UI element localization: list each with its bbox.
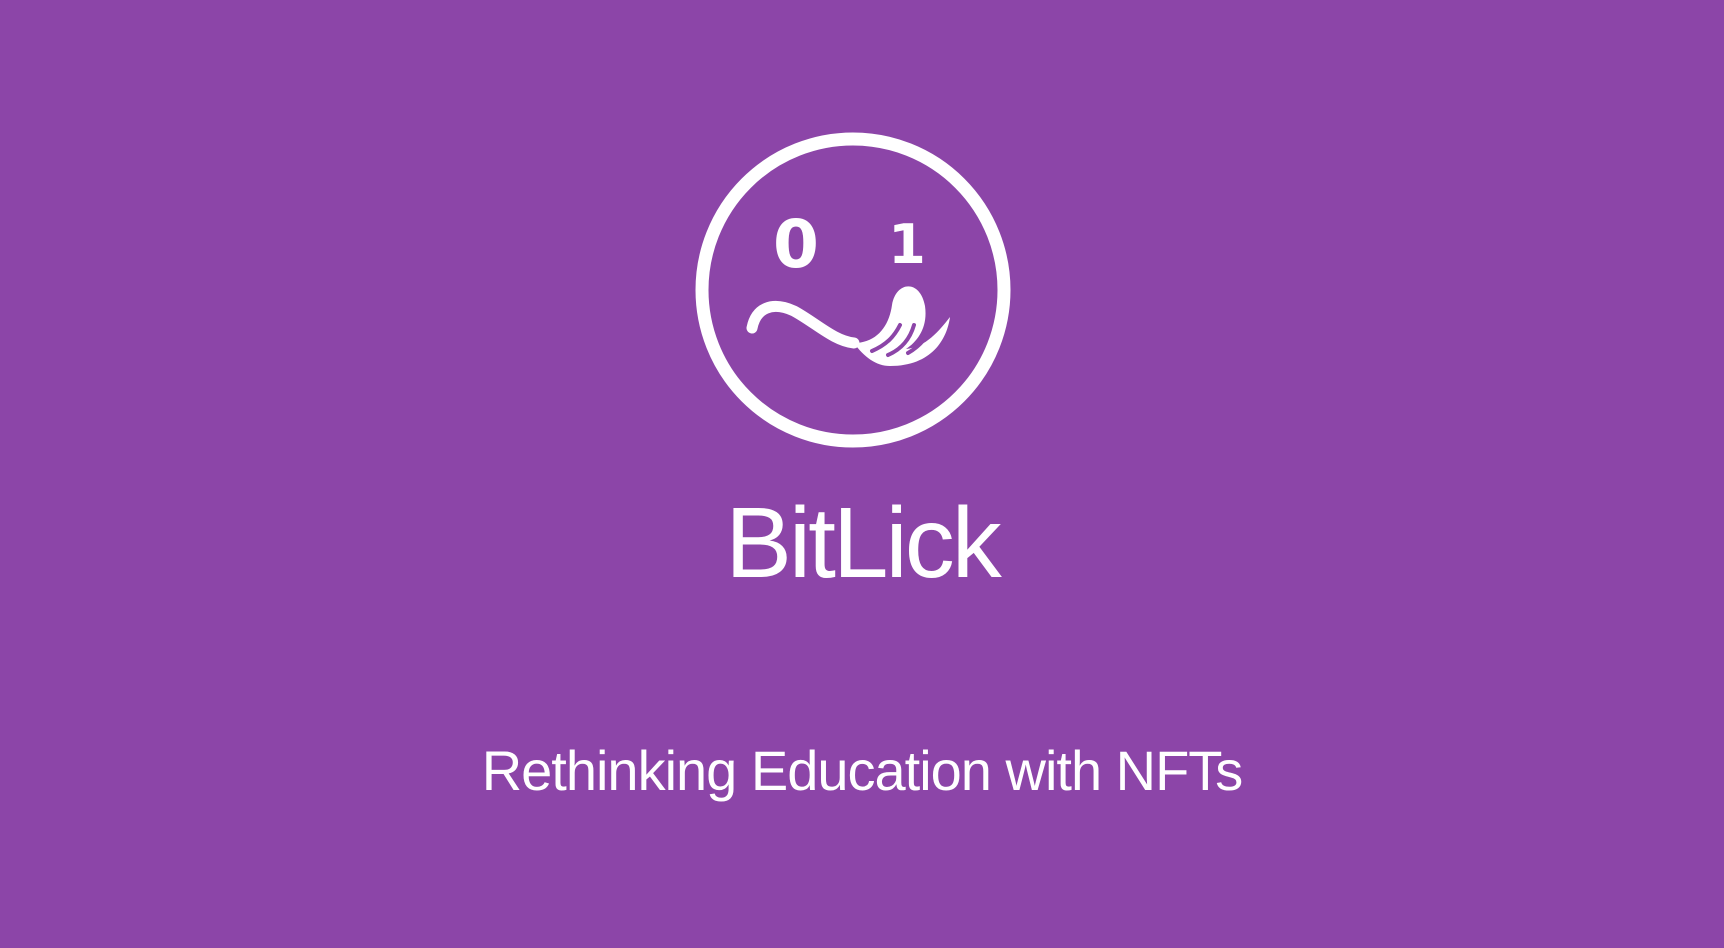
logo-eye-one: 1 (888, 213, 926, 276)
logo-tongue (854, 286, 950, 366)
bitlick-logo-icon: 0 1 (694, 131, 1012, 449)
title-slide: 0 1 BitLick Rethinking Education with NF… (0, 0, 1724, 948)
slide-title: BitLick (725, 487, 1002, 599)
logo-mouth (746, 301, 860, 349)
slide-subtitle: Rethinking Education with NFTs (481, 739, 1244, 802)
logo-circle (695, 132, 1011, 448)
logo-eye-zero: 0 (773, 206, 819, 283)
